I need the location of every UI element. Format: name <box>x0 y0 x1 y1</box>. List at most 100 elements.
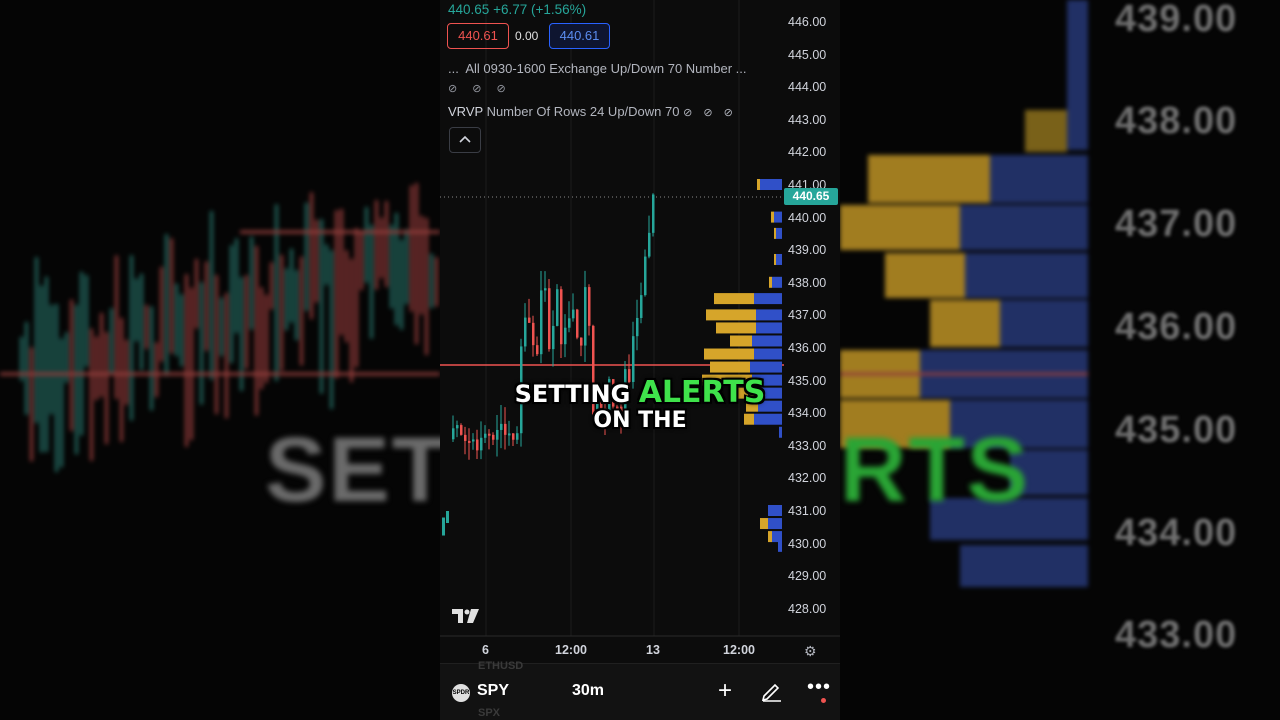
tradingview-logo-icon <box>452 609 479 623</box>
volume-profile-down <box>714 293 754 305</box>
background-candle <box>180 294 183 367</box>
volume-profile-down <box>760 518 768 530</box>
more-menu-icon[interactable]: ••• <box>807 676 831 699</box>
background-price-2: 437.00 <box>1115 203 1238 245</box>
background-candle <box>410 185 413 312</box>
background-candle <box>195 258 198 329</box>
volume-profile-down <box>769 276 772 288</box>
background-candle <box>320 219 323 394</box>
candle-body <box>472 439 475 442</box>
background-candle <box>350 258 353 383</box>
add-plus-icon[interactable]: + <box>714 677 736 705</box>
volume-profile-up <box>772 276 782 288</box>
volume-profile-down <box>706 309 756 321</box>
vrvp-eye-icons[interactable]: ⊘ ⊘ ⊘ <box>683 107 737 119</box>
notification-dot <box>821 698 826 703</box>
background-candle <box>155 342 158 398</box>
indicator-session-volume[interactable]: ... All 0930-1600 Exchange Up/Down 70 Nu… <box>448 61 746 76</box>
symbol-button[interactable]: SPY <box>477 682 509 700</box>
candle-body <box>464 434 467 441</box>
background-candle <box>330 250 333 409</box>
volume-profile-down <box>716 322 756 334</box>
candle-body <box>488 433 491 436</box>
volume-profile <box>702 179 782 552</box>
price-axis-label: 442.00 <box>788 145 827 160</box>
background-candle <box>145 304 148 349</box>
background-candle <box>85 275 88 367</box>
price-axis-label: 432.00 <box>788 471 827 486</box>
background-right-text: RTS <box>840 419 1030 521</box>
caption-line-2: ON THE <box>593 408 687 433</box>
candle-body <box>576 309 579 338</box>
candle-body <box>644 256 647 296</box>
candle-body <box>484 433 487 438</box>
sell-button[interactable]: 440.61 <box>447 23 509 49</box>
background-candle <box>140 273 143 371</box>
background-candle <box>255 246 258 416</box>
background-candle <box>360 232 363 290</box>
candle-body <box>446 511 449 523</box>
background-candle <box>235 238 238 334</box>
background-candle <box>370 224 373 339</box>
volume-profile-up <box>752 335 782 347</box>
background-candle <box>90 328 93 461</box>
timeframe-button[interactable]: 30m <box>572 682 604 700</box>
candle-body <box>572 309 575 319</box>
background-candle <box>100 312 103 397</box>
candle-body <box>480 437 483 451</box>
time-label-2: 13 <box>646 643 660 657</box>
candle-body <box>468 440 471 443</box>
volume-profile-up <box>776 227 782 239</box>
volume-profile-up <box>756 322 782 334</box>
candle-body <box>580 337 583 346</box>
buy-button[interactable]: 440.61 <box>549 23 610 49</box>
background-candle <box>340 208 343 336</box>
background-candle <box>125 339 128 405</box>
background-price-6: 433.00 <box>1115 614 1238 656</box>
time-label-3: 12:00 <box>723 643 755 657</box>
background-candle <box>305 202 308 311</box>
background-candle <box>75 304 78 455</box>
volume-profile-down <box>774 253 776 265</box>
indicator-session-label: All 0930-1600 Exchange Up/Down 70 Number… <box>465 61 747 76</box>
price-axis-label: 436.00 <box>788 341 827 355</box>
background-candle <box>185 274 188 447</box>
caption-word-alerts: ALERTS <box>638 375 766 410</box>
volume-profile-up <box>772 531 782 543</box>
indicator-vrvp[interactable]: VRVP Number Of Rows 24 Up/Down 70 ⊘ ⊘ ⊘ <box>448 104 737 119</box>
volume-profile-down <box>704 348 754 360</box>
background-candle <box>375 200 378 290</box>
background-candle <box>300 256 303 366</box>
candle-body <box>588 287 591 326</box>
price-axis-label: 429.00 <box>788 569 827 584</box>
background-candle <box>365 207 368 283</box>
settings-gear-icon[interactable]: ⚙ <box>804 643 820 659</box>
background-price-0: 439.00 <box>1115 0 1238 40</box>
drawing-pen-icon[interactable] <box>760 678 784 702</box>
background-candle <box>175 283 178 357</box>
background-candle <box>265 294 268 383</box>
chevron-up-icon <box>459 135 471 143</box>
volume-profile-up <box>756 309 782 321</box>
price-axis-label: 446.00 <box>788 15 827 29</box>
candle-body <box>508 433 511 436</box>
background-candle <box>190 287 193 441</box>
caption-line-1: SETTING ALERTS <box>440 375 840 410</box>
candle-body <box>532 322 535 346</box>
caption-word-setting: SETTING <box>514 380 631 408</box>
candle-body <box>584 287 587 346</box>
background-candle <box>225 292 228 419</box>
background-candle <box>405 229 408 305</box>
candle-body <box>636 317 639 337</box>
background-candle <box>120 317 123 442</box>
volume-profile-up <box>760 179 782 190</box>
background-price-4: 435.00 <box>1115 409 1238 451</box>
collapse-legend-button[interactable] <box>449 127 481 153</box>
price-header: 440.65 +6.77 (+1.56%) <box>448 2 586 17</box>
hidden-eye-icons[interactable]: ⊘ ⊘ ⊘ <box>448 82 512 95</box>
background-candle <box>380 217 383 279</box>
chart-canvas[interactable] <box>440 0 840 640</box>
background-candle <box>245 275 248 369</box>
candle-body <box>640 295 643 318</box>
time-label-0: 6 <box>482 643 489 657</box>
